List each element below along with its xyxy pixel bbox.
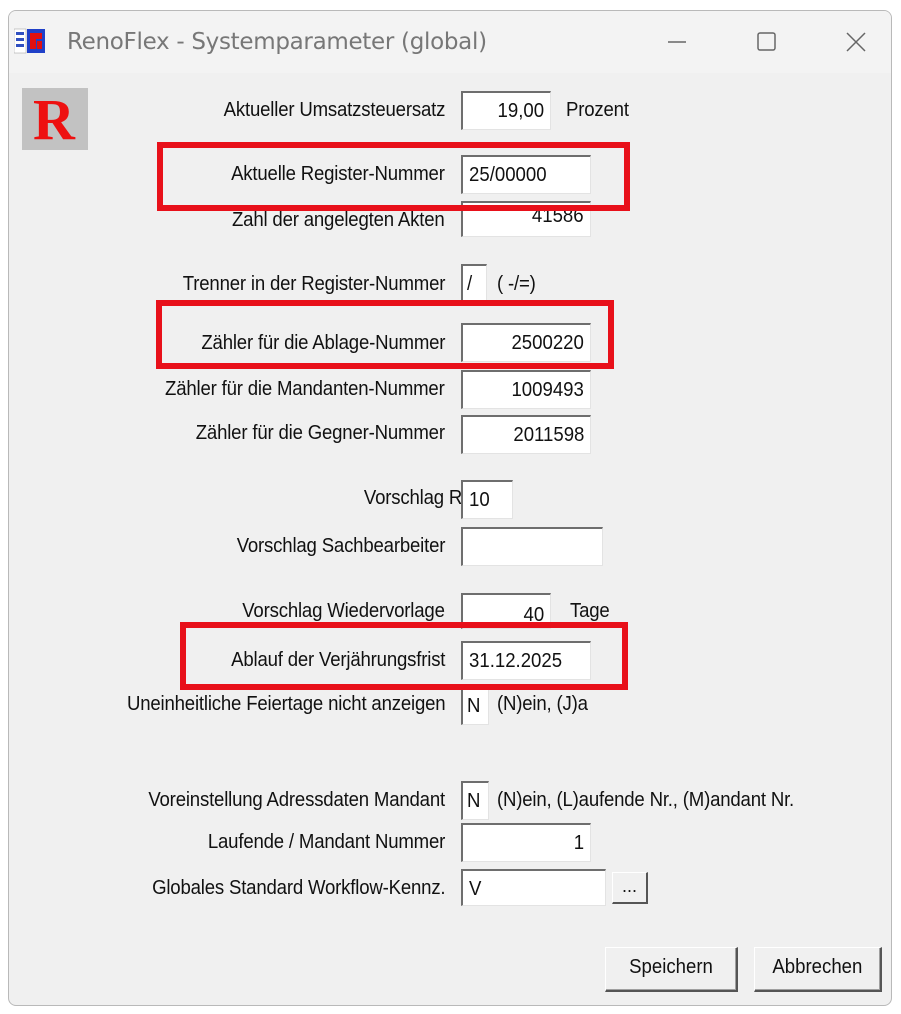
minimize-button[interactable] [657, 25, 697, 59]
mandanten-label: Zähler für die Mandanten-Nummer [165, 378, 445, 400]
workflow-input[interactable]: V [461, 869, 606, 906]
ust-label: Aktueller Umsatzsteuersatz [223, 99, 445, 121]
window-title: RenoFlex - Systemparameter (global) [67, 29, 487, 55]
maximize-icon [757, 32, 776, 51]
minimize-icon [668, 41, 686, 43]
ust-unit: Prozent [566, 99, 629, 121]
close-button[interactable] [836, 25, 876, 59]
app-icon [13, 27, 46, 55]
highlight-verjaehrungsfrist [180, 622, 628, 690]
highlight-ablage-nummer [156, 300, 614, 369]
trenner-hint: ( -/=) [497, 273, 536, 295]
trenner-label: Trenner in der Register-Nummer [182, 273, 446, 295]
gegner-input[interactable]: 2011598 [461, 415, 591, 454]
workflow-label: Globales Standard Workflow-Kennz. [151, 877, 446, 899]
close-icon [846, 32, 866, 52]
mandanten-input[interactable]: 1009493 [461, 370, 591, 409]
workflow-browse-button[interactable]: ... [612, 872, 648, 904]
logo-letter: R [33, 87, 75, 152]
highlight-register-nummer [157, 142, 630, 211]
adressdaten-hint: (N)ein, (L)aufende Nr., (M)andant Nr. [497, 789, 795, 811]
sachbearbeiter-label: Vorschlag Sachbearbeiter [236, 535, 445, 557]
ust-input[interactable]: 19,00 [461, 91, 551, 130]
adressdaten-input[interactable]: N [461, 781, 489, 820]
title-bar[interactable]: RenoFlex - Systemparameter (global) [9, 11, 891, 73]
dialog-window: RenoFlex - Systemparameter (global) R Ak… [8, 10, 892, 1006]
cancel-button[interactable]: Abbrechen [754, 947, 882, 992]
renoflex-logo: R [22, 88, 88, 150]
referat-input[interactable]: 10 [461, 480, 513, 519]
laufende-input[interactable]: 1 [461, 823, 591, 862]
wiedervorlage-label: Vorschlag Wiedervorlage [242, 600, 446, 622]
laufende-label: Laufende / Mandant Nummer [207, 831, 445, 853]
feiertage-input[interactable]: N [461, 686, 489, 725]
trenner-input[interactable]: / [461, 264, 487, 301]
save-button[interactable]: Speichern [605, 947, 738, 992]
akten-label: Zahl der angelegten Akten [232, 209, 445, 231]
adressdaten-label: Voreinstellung Adressdaten Mandant [148, 789, 445, 811]
gegner-label: Zähler für die Gegner-Nummer [195, 422, 445, 444]
sachbearbeiter-input[interactable] [461, 527, 603, 566]
maximize-button[interactable] [746, 25, 786, 59]
feiertage-hint: (N)ein, (J)a [497, 693, 588, 715]
feiertage-label: Uneinheitliche Feiertage nicht anzeigen [126, 693, 446, 715]
wiedervorlage-unit: Tage [570, 600, 610, 622]
